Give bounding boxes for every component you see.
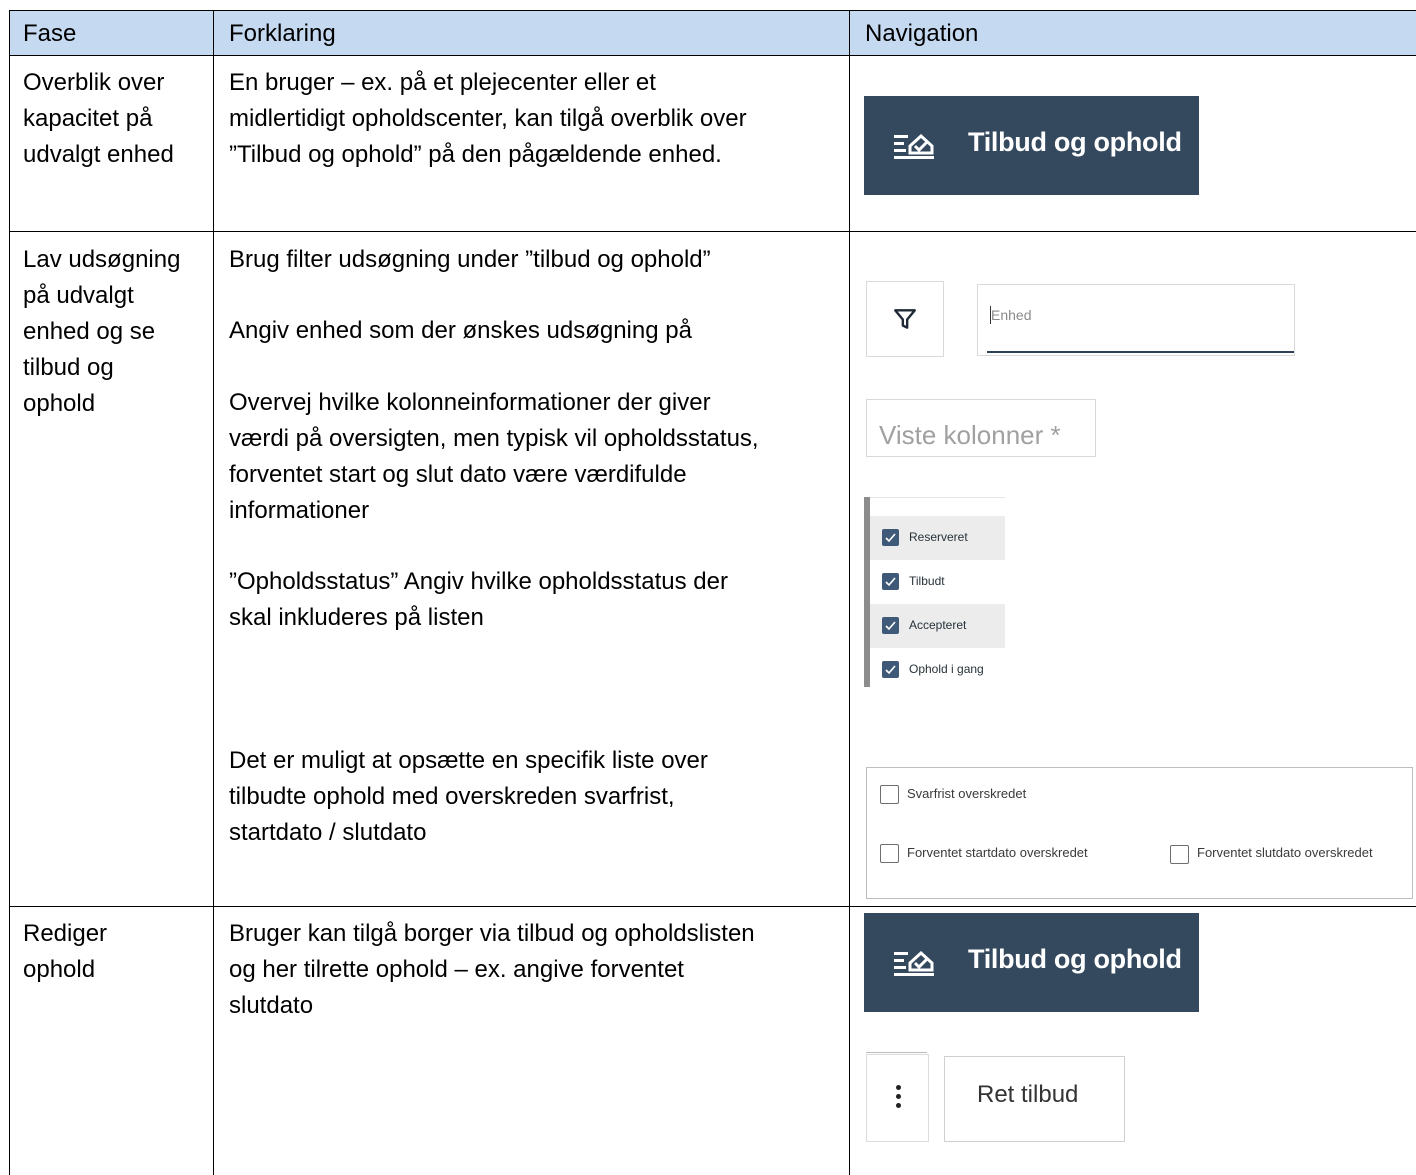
unit-input-placeholder: Enhed xyxy=(991,307,1032,323)
svarfrist-label: Svarfrist overskredet xyxy=(907,786,1027,801)
ret-tilbud-button[interactable]: Ret tilbud xyxy=(944,1056,1125,1142)
checkbox-checked[interactable] xyxy=(882,529,899,546)
row2-forklaring-p2: Angiv enhed som der ønskes udsøgning på xyxy=(229,317,692,344)
row2-forklaring-p4: ”Opholdsstatus” Angiv hvilke opholdsstat… xyxy=(229,568,728,631)
header-forklaring: Forklaring xyxy=(229,20,336,47)
check-icon xyxy=(885,665,896,675)
exceeded-options-panel: Svarfrist overskredet Forventet startdat… xyxy=(866,767,1413,899)
more-actions-button[interactable] xyxy=(866,1054,929,1142)
checkbox-slutdato[interactable] xyxy=(1170,845,1189,864)
unit-input-underline xyxy=(987,351,1294,353)
visible-columns-placeholder: Viste kolonner * xyxy=(879,420,1061,450)
header-navigation: Navigation xyxy=(865,20,979,47)
slutdato-label: Forventet slutdato overskredet xyxy=(1197,845,1373,860)
list-check-icon xyxy=(894,134,934,159)
menu-item-label-2: Tilbud og ophold xyxy=(968,944,1182,974)
row2-forklaring-p3: Overvej hvilke kolonneinformationer der … xyxy=(229,389,759,524)
process-table: Fase Forklaring Navigation Overblik over… xyxy=(9,10,1416,1175)
unit-input[interactable]: Enhed xyxy=(977,284,1295,356)
visible-columns-select[interactable]: Viste kolonner * xyxy=(866,399,1096,457)
status-dropdown-list: Reserveret Tilbudt Accepteret Ophold i g… xyxy=(864,497,1005,687)
tilbud-og-ophold-menu-item-2[interactable]: Tilbud og ophold xyxy=(864,913,1199,1012)
check-icon xyxy=(885,533,896,543)
checkbox-checked[interactable] xyxy=(882,573,899,590)
status-option-accepteret[interactable]: Accepteret xyxy=(870,604,1005,648)
startdato-label: Forventet startdato overskredet xyxy=(907,845,1088,860)
checkbox-startdato[interactable] xyxy=(880,844,899,863)
row3-forklaring: Bruger kan tilgå borger via tilbud og op… xyxy=(229,920,755,1019)
status-option-tilbudt[interactable]: Tilbudt xyxy=(870,560,1005,604)
status-option-reserveret[interactable]: Reserveret xyxy=(870,516,1005,560)
row2-forklaring-p5: Det er muligt at opsætte en specifik lis… xyxy=(229,747,708,846)
table-header-row xyxy=(9,10,1416,55)
checkbox-checked[interactable] xyxy=(882,661,899,678)
row2-fase: Lav udsøgning på udvalgt enhed og se til… xyxy=(23,246,181,417)
ret-tilbud-label: Ret tilbud xyxy=(977,1081,1079,1108)
check-icon xyxy=(885,577,896,587)
status-option-ophold-i-gang[interactable]: Ophold i gang xyxy=(870,648,1005,692)
list-check-icon xyxy=(894,951,934,976)
checkbox-checked[interactable] xyxy=(882,617,899,634)
row1-fase: Overblik over kapacitet på udvalgt enhed xyxy=(23,69,174,168)
row2-forklaring-p1: Brug filter udsøgning under ”tilbud og o… xyxy=(229,246,711,273)
checkbox-svarfrist[interactable] xyxy=(880,785,899,804)
menu-item-label: Tilbud og ophold xyxy=(968,127,1182,157)
check-icon xyxy=(885,621,896,631)
tilbud-og-ophold-menu-item[interactable]: Tilbud og ophold xyxy=(864,96,1199,195)
header-fase: Fase xyxy=(23,20,77,47)
filter-button[interactable] xyxy=(866,281,944,357)
row3-fase: Rediger ophold xyxy=(23,920,108,983)
row1-forklaring: En bruger – ex. på et plejecenter eller … xyxy=(229,69,747,168)
filter-icon xyxy=(894,309,916,329)
